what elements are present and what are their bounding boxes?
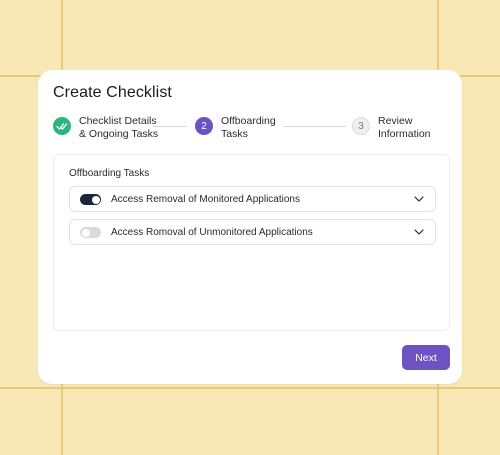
step-number-circle: 3	[352, 117, 370, 135]
step-label: Checklist Details & Ongoing Tasks	[79, 115, 159, 140]
toggle-knob	[91, 195, 100, 204]
step-complete-circle	[53, 117, 71, 135]
offboarding-tasks-panel: Offboarding Tasks Access Removal of Moni…	[53, 154, 450, 331]
chevron-down-icon[interactable]	[414, 195, 424, 203]
double-check-icon	[56, 123, 68, 130]
step-label: Review Information	[378, 115, 431, 140]
task-label: Access Romoval of Unmonitored Applicatio…	[111, 227, 313, 238]
chevron-down-icon[interactable]	[414, 228, 424, 236]
step-number-circle: 2	[195, 117, 213, 135]
task-accordion-unmonitored[interactable]: Access Romoval of Unmonitored Applicatio…	[69, 219, 436, 245]
dialog-title: Create Checklist	[53, 84, 172, 101]
step-offboarding-tasks[interactable]: 2 Offboarding Tasks	[195, 115, 276, 140]
step-connector	[283, 126, 346, 127]
toggle-knob	[81, 228, 90, 237]
step-connector	[153, 126, 187, 127]
task-label: Access Removal of Monitored Applications	[111, 194, 300, 205]
create-checklist-dialog: Create Checklist Checklist Details & Ong…	[38, 70, 462, 384]
step-label: Offboarding Tasks	[221, 115, 276, 140]
toggle-switch[interactable]	[80, 227, 101, 238]
toggle-switch[interactable]	[80, 194, 101, 205]
step-review-information[interactable]: 3 Review Information	[352, 115, 431, 140]
next-button[interactable]: Next	[402, 345, 450, 370]
task-accordion-monitored[interactable]: Access Removal of Monitored Applications	[69, 186, 436, 212]
grid-line	[0, 387, 500, 389]
panel-title: Offboarding Tasks	[69, 168, 150, 179]
step-checklist-details[interactable]: Checklist Details & Ongoing Tasks	[53, 115, 158, 140]
